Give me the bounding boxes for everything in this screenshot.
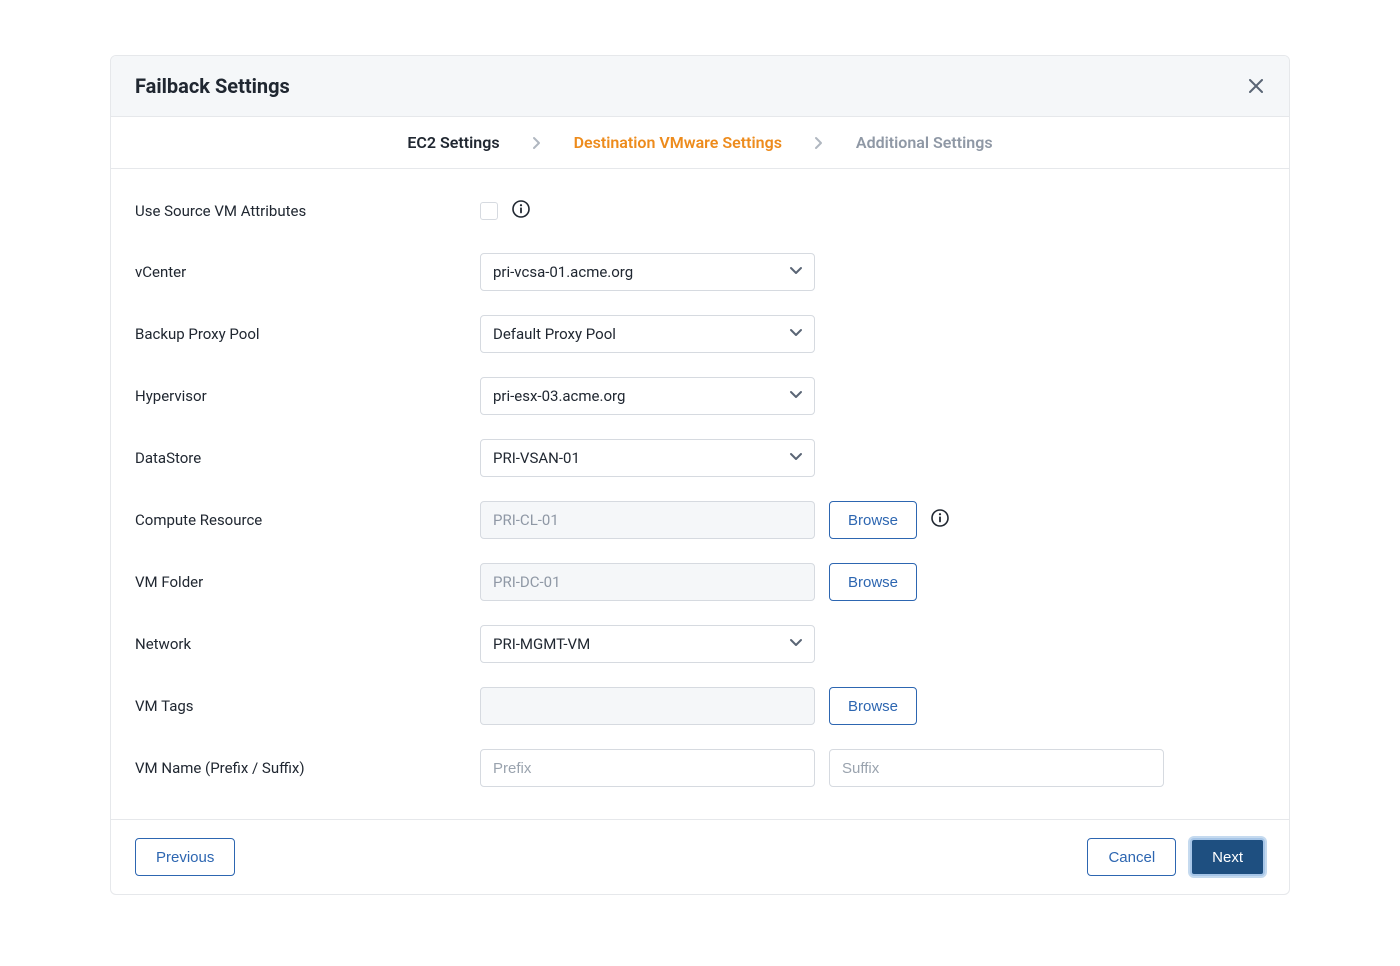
row-datastore: DataStore PRI-VSAN-01 <box>135 439 1265 477</box>
select-vcenter[interactable]: pri-vcsa-01.acme.org <box>480 253 815 291</box>
chevron-right-icon <box>814 136 824 150</box>
next-button[interactable]: Next <box>1190 838 1265 876</box>
row-vm-tags: VM Tags Browse <box>135 687 1265 725</box>
row-vcenter: vCenter pri-vcsa-01.acme.org <box>135 253 1265 291</box>
field-vm-tags <box>480 687 815 725</box>
tab-additional-settings[interactable]: Additional Settings <box>856 133 993 152</box>
label-vm-tags: VM Tags <box>135 697 480 715</box>
browse-compute-resource-button[interactable]: Browse <box>829 501 917 539</box>
info-icon[interactable] <box>512 200 530 222</box>
label-vm-folder: VM Folder <box>135 573 480 591</box>
label-use-source-vm-attributes: Use Source VM Attributes <box>135 202 480 220</box>
label-vcenter: vCenter <box>135 263 480 281</box>
modal-header: Failback Settings <box>111 56 1289 117</box>
select-hypervisor[interactable]: pri-esx-03.acme.org <box>480 377 815 415</box>
previous-button[interactable]: Previous <box>135 838 235 876</box>
row-compute-resource: Compute Resource PRI-CL-01 Browse <box>135 501 1265 539</box>
select-backup-proxy-pool[interactable]: Default Proxy Pool <box>480 315 815 353</box>
browse-vm-tags-button[interactable]: Browse <box>829 687 917 725</box>
chevron-right-icon <box>532 136 542 150</box>
form-body: Use Source VM Attributes vCenter pri-vcs… <box>111 169 1289 819</box>
select-datastore[interactable]: PRI-VSAN-01 <box>480 439 815 477</box>
modal-footer: Previous Cancel Next <box>111 819 1289 894</box>
row-network: Network PRI-MGMT-VM <box>135 625 1265 663</box>
label-hypervisor: Hypervisor <box>135 387 480 405</box>
label-network: Network <box>135 635 480 653</box>
field-compute-resource: PRI-CL-01 <box>480 501 815 539</box>
field-vm-folder: PRI-DC-01 <box>480 563 815 601</box>
label-vm-name: VM Name (Prefix / Suffix) <box>135 759 480 777</box>
failback-settings-modal: Failback Settings EC2 Settings Destinati… <box>110 55 1290 895</box>
label-backup-proxy-pool: Backup Proxy Pool <box>135 325 480 343</box>
tab-ec2-settings[interactable]: EC2 Settings <box>407 133 499 152</box>
row-vm-folder: VM Folder PRI-DC-01 Browse <box>135 563 1265 601</box>
row-backup-proxy-pool: Backup Proxy Pool Default Proxy Pool <box>135 315 1265 353</box>
label-datastore: DataStore <box>135 449 480 467</box>
row-use-source-vm-attributes: Use Source VM Attributes <box>135 193 1265 229</box>
row-hypervisor: Hypervisor pri-esx-03.acme.org <box>135 377 1265 415</box>
close-icon[interactable] <box>1247 77 1265 95</box>
input-vm-name-prefix[interactable] <box>480 749 815 787</box>
tab-destination-vmware-settings[interactable]: Destination VMware Settings <box>574 133 782 152</box>
row-vm-name: VM Name (Prefix / Suffix) <box>135 749 1265 787</box>
info-icon[interactable] <box>931 509 949 531</box>
wizard-steps: EC2 Settings Destination VMware Settings… <box>111 117 1289 169</box>
checkbox-use-source-vm-attributes[interactable] <box>480 202 498 220</box>
browse-vm-folder-button[interactable]: Browse <box>829 563 917 601</box>
label-compute-resource: Compute Resource <box>135 511 480 529</box>
cancel-button[interactable]: Cancel <box>1087 838 1176 876</box>
input-vm-name-suffix[interactable] <box>829 749 1164 787</box>
select-network[interactable]: PRI-MGMT-VM <box>480 625 815 663</box>
modal-title: Failback Settings <box>135 74 290 98</box>
